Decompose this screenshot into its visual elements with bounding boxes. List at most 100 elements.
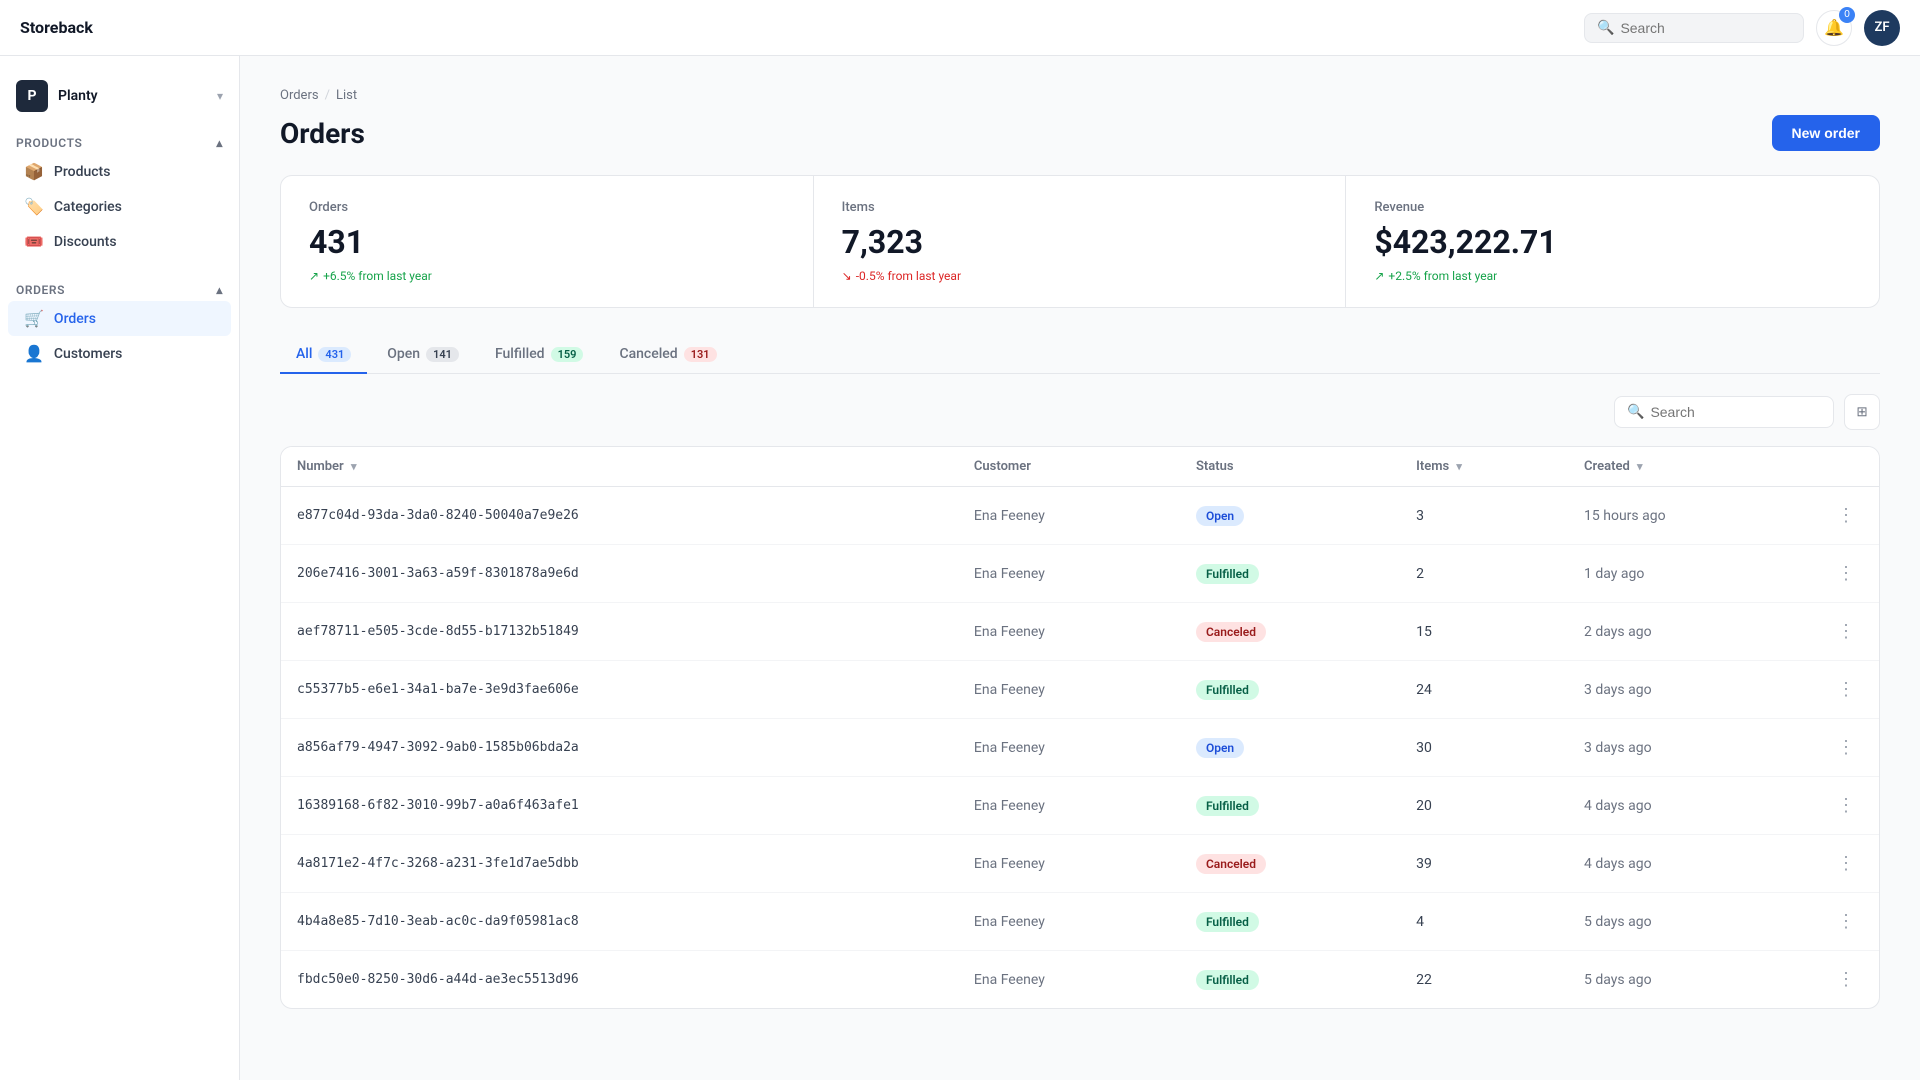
store-icon: P xyxy=(16,80,48,112)
stat-label: Items xyxy=(842,200,1318,215)
stat-change: ↘ -0.5% from last year xyxy=(842,269,1318,283)
created-time: 5 days ago xyxy=(1568,951,1813,1009)
store-selector[interactable]: P Planty ▾ xyxy=(0,72,239,128)
chevron-down-icon: ▾ xyxy=(217,89,223,103)
order-id: 16389168-6f82-3010-99b7-a0a6f463afe1 xyxy=(281,777,958,835)
search-input[interactable] xyxy=(1620,20,1791,36)
status-cell: Fulfilled xyxy=(1180,777,1400,835)
breadcrumb: Orders / List xyxy=(280,88,1880,103)
customer-name: Ena Feeney xyxy=(958,835,1180,893)
notification-badge: 0 xyxy=(1839,7,1855,23)
customer-name: Ena Feeney xyxy=(958,545,1180,603)
store-name: Planty xyxy=(58,88,98,104)
status-badge: Canceled xyxy=(1196,854,1266,874)
search-icon: 🔍 xyxy=(1597,20,1614,36)
table-row[interactable]: 206e7416-3001-3a63-a59f-8301878a9e6d Ena… xyxy=(281,545,1879,603)
orders-table: Number ▾ Customer Status Items ▾ Created… xyxy=(280,446,1880,1009)
col-header-items[interactable]: Items ▾ xyxy=(1400,447,1568,487)
table-row[interactable]: fbdc50e0-8250-30d6-a44d-ae3ec5513d96 Ena… xyxy=(281,951,1879,1009)
avatar[interactable]: ZF xyxy=(1864,10,1900,46)
table-row[interactable]: a856af79-4947-3092-9ab0-1585b06bda2a Ena… xyxy=(281,719,1879,777)
breadcrumb-parent[interactable]: Orders xyxy=(280,88,319,103)
status-cell: Fulfilled xyxy=(1180,893,1400,951)
stat-change: ↗ +6.5% from last year xyxy=(309,269,785,283)
trend-up-icon: ↗ xyxy=(309,269,319,283)
sidebar-section-products[interactable]: Products ▴ xyxy=(0,128,239,154)
sort-icon: ▾ xyxy=(1456,460,1462,473)
sidebar-item-products[interactable]: 📦 Products xyxy=(8,154,231,189)
row-menu-button[interactable]: ⋮ xyxy=(1829,849,1863,878)
created-time: 3 days ago xyxy=(1568,661,1813,719)
table-row[interactable]: c55377b5-e6e1-34a1-ba7e-3e9d3fae606e Ena… xyxy=(281,661,1879,719)
table-search-input[interactable] xyxy=(1650,404,1821,420)
tab-fulfilled[interactable]: Fulfilled 159 xyxy=(479,336,599,374)
columns-button[interactable]: ⊞ xyxy=(1844,394,1880,430)
table-row[interactable]: 4b4a8e85-7d10-3eab-ac0c-da9f05981ac8 Ena… xyxy=(281,893,1879,951)
col-header-created[interactable]: Created ▾ xyxy=(1568,447,1813,487)
items-count: 15 xyxy=(1400,603,1568,661)
stat-card-items: Items 7,323 ↘ -0.5% from last year xyxy=(814,176,1347,307)
global-search[interactable]: 🔍 xyxy=(1584,13,1804,43)
sort-icon: ▾ xyxy=(351,460,357,473)
row-actions: ⋮ xyxy=(1813,545,1879,603)
row-actions: ⋮ xyxy=(1813,661,1879,719)
created-time: 4 days ago xyxy=(1568,835,1813,893)
row-menu-button[interactable]: ⋮ xyxy=(1829,675,1863,704)
row-menu-button[interactable]: ⋮ xyxy=(1829,965,1863,994)
row-menu-button[interactable]: ⋮ xyxy=(1829,907,1863,936)
topnav-right: 🔍 🔔 0 ZF xyxy=(1584,10,1900,46)
row-menu-button[interactable]: ⋮ xyxy=(1829,559,1863,588)
status-cell: Fulfilled xyxy=(1180,661,1400,719)
stat-value: 431 xyxy=(309,223,785,261)
created-time: 3 days ago xyxy=(1568,719,1813,777)
table-row[interactable]: aef78711-e505-3cde-8d55-b17132b51849 Ena… xyxy=(281,603,1879,661)
tab-canceled[interactable]: Canceled 131 xyxy=(603,336,732,374)
items-count: 22 xyxy=(1400,951,1568,1009)
row-menu-button[interactable]: ⋮ xyxy=(1829,501,1863,530)
brand-logo: Storeback xyxy=(20,18,93,37)
tab-open[interactable]: Open 141 xyxy=(371,336,475,374)
row-actions: ⋮ xyxy=(1813,487,1879,545)
products-icon: 📦 xyxy=(24,162,44,181)
notifications-button[interactable]: 🔔 0 xyxy=(1816,10,1852,46)
customer-name: Ena Feeney xyxy=(958,777,1180,835)
page-header: Orders New order xyxy=(280,115,1880,151)
table-search[interactable]: 🔍 xyxy=(1614,396,1834,428)
sidebar-item-orders[interactable]: 🛒 Orders xyxy=(8,301,231,336)
order-id: aef78711-e505-3cde-8d55-b17132b51849 xyxy=(281,603,958,661)
status-cell: Fulfilled xyxy=(1180,951,1400,1009)
col-header-customer: Customer xyxy=(958,447,1180,487)
items-count: 39 xyxy=(1400,835,1568,893)
sidebar-section-orders[interactable]: Orders ▴ xyxy=(0,275,239,301)
orders-icon: 🛒 xyxy=(24,309,44,328)
stats-cards: Orders 431 ↗ +6.5% from last year Items … xyxy=(280,175,1880,308)
sidebar-item-customers[interactable]: 👤 Customers xyxy=(8,336,231,371)
new-order-button[interactable]: New order xyxy=(1772,115,1880,151)
stat-label: Revenue xyxy=(1374,200,1851,215)
status-badge: Fulfilled xyxy=(1196,680,1259,700)
status-badge: Fulfilled xyxy=(1196,970,1259,990)
table-row[interactable]: e877c04d-93da-3da0-8240-50040a7e9e26 Ena… xyxy=(281,487,1879,545)
created-time: 5 days ago xyxy=(1568,893,1813,951)
row-actions: ⋮ xyxy=(1813,719,1879,777)
row-menu-button[interactable]: ⋮ xyxy=(1829,617,1863,646)
sidebar-item-label: Discounts xyxy=(54,234,117,250)
col-header-status: Status xyxy=(1180,447,1400,487)
tab-all[interactable]: All 431 xyxy=(280,336,367,374)
table-row[interactable]: 4a8171e2-4f7c-3268-a231-3fe1d7ae5dbb Ena… xyxy=(281,835,1879,893)
stat-card-revenue: Revenue $423,222.71 ↗ +2.5% from last ye… xyxy=(1346,176,1879,307)
sidebar-item-discounts[interactable]: 🎟️ Discounts xyxy=(8,224,231,259)
row-menu-button[interactable]: ⋮ xyxy=(1829,733,1863,762)
items-count: 24 xyxy=(1400,661,1568,719)
items-count: 3 xyxy=(1400,487,1568,545)
col-header-number[interactable]: Number ▾ xyxy=(281,447,958,487)
status-cell: Canceled xyxy=(1180,603,1400,661)
chevron-up-icon: ▴ xyxy=(216,136,223,150)
sidebar-item-label: Categories xyxy=(54,199,122,215)
table-row[interactable]: 16389168-6f82-3010-99b7-a0a6f463afe1 Ena… xyxy=(281,777,1879,835)
order-id: fbdc50e0-8250-30d6-a44d-ae3ec5513d96 xyxy=(281,951,958,1009)
customer-name: Ena Feeney xyxy=(958,719,1180,777)
sidebar-item-categories[interactable]: 🏷️ Categories xyxy=(8,189,231,224)
row-menu-button[interactable]: ⋮ xyxy=(1829,791,1863,820)
row-actions: ⋮ xyxy=(1813,893,1879,951)
